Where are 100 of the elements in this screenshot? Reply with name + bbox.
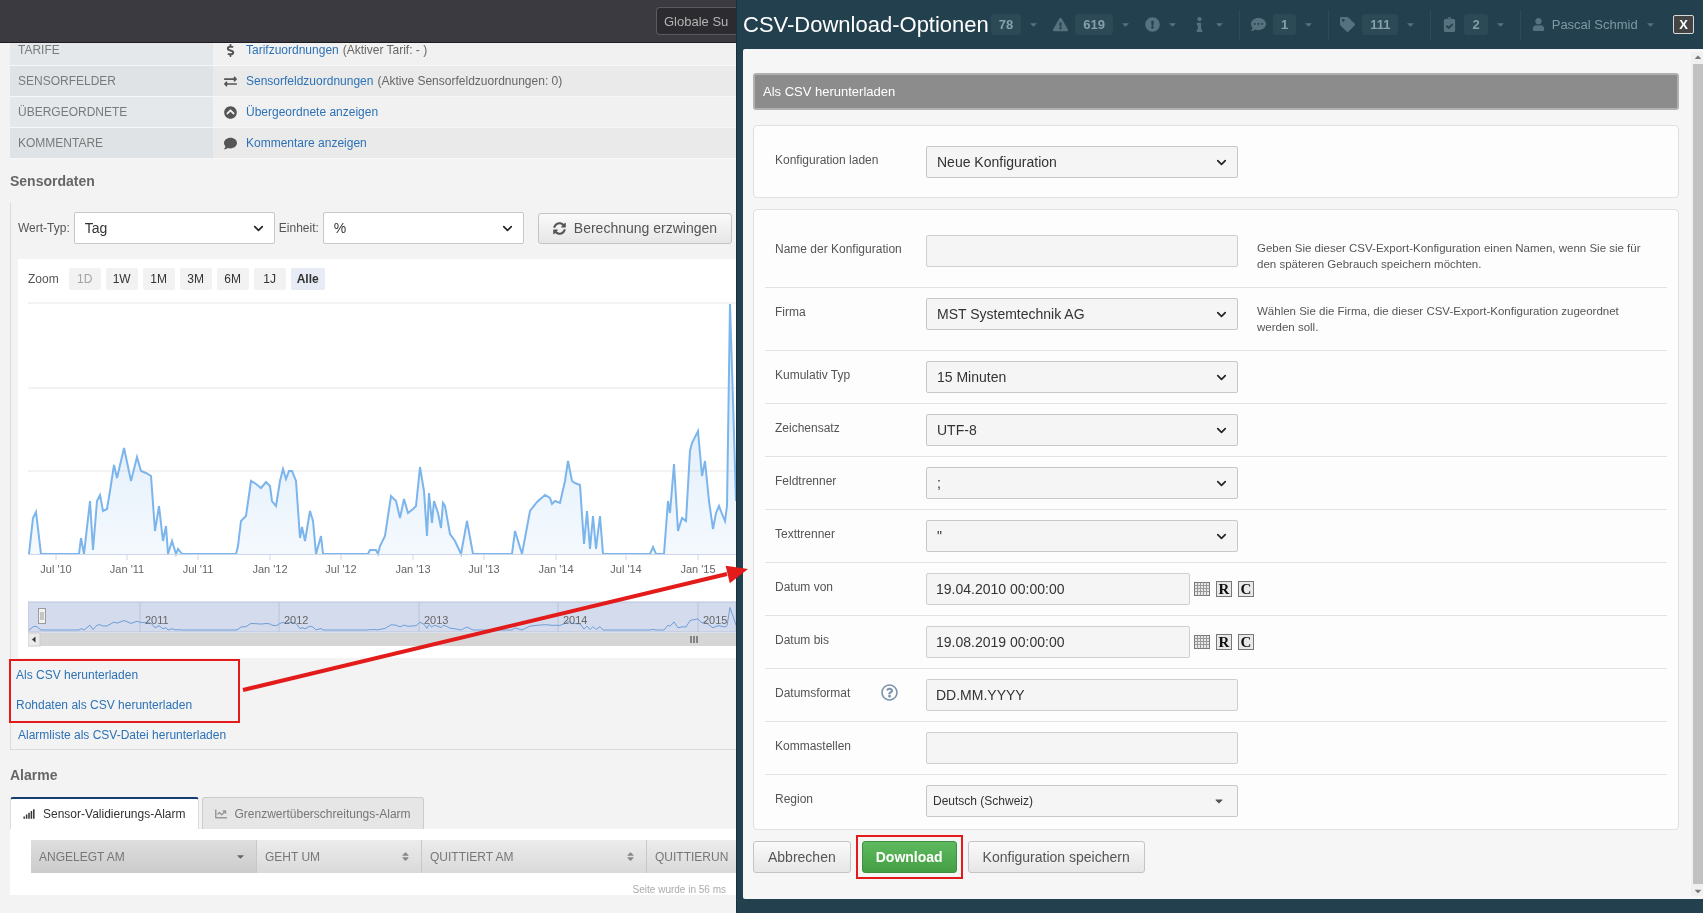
field-label: Name der Konfiguration bbox=[775, 242, 902, 256]
text-input[interactable] bbox=[926, 732, 1238, 764]
field-label: Datumsformat bbox=[775, 686, 851, 700]
info-link[interactable]: Kommentare anzeigen bbox=[246, 136, 367, 150]
navigator-year-label: 2014 bbox=[563, 614, 588, 626]
axis-label: Jan '14 bbox=[538, 563, 574, 575]
user-name[interactable]: Pascal Schmid bbox=[1551, 17, 1638, 32]
field-label: Datum bis bbox=[775, 633, 830, 647]
navigator-year-label: 2011 bbox=[145, 614, 169, 626]
line-chart-icon bbox=[214, 807, 227, 820]
field-label: Region bbox=[775, 792, 814, 806]
dialog-title: CSV-Download-Optionen bbox=[743, 11, 989, 38]
zoom-label: Zoom bbox=[28, 272, 59, 286]
info-note: (Aktiver Tarif: - ) bbox=[342, 43, 428, 57]
axis-label: Jul '13 bbox=[468, 563, 500, 575]
zoom-button[interactable]: 1M bbox=[142, 268, 175, 290]
save-button[interactable]: Konfiguration speichern bbox=[967, 841, 1145, 873]
select-field[interactable]: % bbox=[322, 212, 524, 244]
footer-note: Seite wurde in 56 ms bbox=[632, 884, 726, 895]
grip-icon bbox=[690, 635, 698, 644]
zoom-button[interactable]: 1W bbox=[105, 268, 138, 290]
tab[interactable]: Grenzwertüberschreitungs-Alarm bbox=[201, 797, 424, 829]
column-header[interactable]: GEHT UM bbox=[257, 840, 422, 873]
download-link[interactable]: Als CSV herunterladen bbox=[16, 667, 139, 683]
section-header: Als CSV herunterladen bbox=[753, 73, 1679, 110]
count-badge[interactable]: 1 bbox=[1273, 14, 1297, 35]
axis-label: Jan '11 bbox=[109, 563, 145, 575]
select-field[interactable]: 15 Minuten bbox=[926, 361, 1238, 393]
row-label: ÜBERGEORDNETE bbox=[10, 97, 213, 127]
close-button[interactable]: X bbox=[1673, 15, 1694, 34]
tab[interactable]: Sensor-Validierungs-Alarm bbox=[10, 797, 199, 829]
filter-label: Einheit: bbox=[278, 221, 319, 235]
navigator-year-label: 2013 bbox=[424, 614, 449, 626]
select-field[interactable]: " bbox=[926, 520, 1238, 552]
column-header[interactable]: QUITTIERT AM bbox=[422, 840, 647, 873]
info-note: (Aktive Sensorfeldzuordnungen: 0) bbox=[377, 74, 563, 88]
search-field[interactable]: Globale Su bbox=[656, 7, 736, 35]
calendar-icon[interactable] bbox=[1194, 635, 1210, 649]
download-link[interactable]: Rohdaten als CSV herunterladen bbox=[16, 697, 193, 713]
warning-icon[interactable] bbox=[1053, 17, 1069, 32]
scrollbar-thumb[interactable] bbox=[1693, 64, 1703, 884]
sort-icon bbox=[400, 851, 411, 862]
date-input[interactable]: 19.04.2010 00:00:00 bbox=[926, 573, 1190, 605]
date-action-button[interactable]: C bbox=[1238, 634, 1254, 650]
text-input[interactable] bbox=[926, 235, 1238, 267]
select-field[interactable]: Neue Konfiguration bbox=[926, 146, 1238, 178]
zoom-button[interactable]: 6M bbox=[216, 268, 249, 290]
text-input[interactable]: DD.MM.YYYY bbox=[926, 679, 1238, 711]
info-link[interactable]: Übergeordnete anzeigen bbox=[246, 105, 379, 119]
date-action-button[interactable]: R bbox=[1216, 634, 1232, 650]
axis-label: Jan '12 bbox=[252, 563, 288, 575]
select-field[interactable]: Deutsch (Schweiz) bbox=[926, 785, 1238, 817]
zoom-button[interactable]: 1J bbox=[253, 268, 286, 290]
row-label: SENSORFELDER bbox=[10, 66, 213, 96]
navigator-year-label: 2012 bbox=[284, 614, 309, 626]
sort-icon bbox=[625, 851, 636, 862]
select-field[interactable]: MST Systemtechnik AG bbox=[926, 298, 1238, 330]
scroll-left-button[interactable] bbox=[28, 632, 41, 647]
user-icon bbox=[1531, 18, 1545, 31]
date-action-button[interactable]: R bbox=[1216, 581, 1232, 597]
axis-label: Jan '13 bbox=[395, 563, 431, 575]
filter-label: Wert-Typ: bbox=[18, 221, 70, 235]
select-field[interactable]: ; bbox=[926, 467, 1238, 499]
cancel-button[interactable]: Abbrechen bbox=[753, 841, 851, 873]
field-label: Kommastellen bbox=[775, 739, 852, 753]
swap-arrows-icon bbox=[224, 74, 237, 88]
row-label: KOMMENTARE bbox=[10, 128, 213, 158]
zoom-button[interactable]: 3M bbox=[179, 268, 212, 290]
signal-bars-icon bbox=[23, 808, 35, 820]
help-icon[interactable] bbox=[881, 684, 898, 701]
zoom-button[interactable]: Alle bbox=[290, 268, 325, 290]
date-action-button[interactable]: C bbox=[1238, 581, 1254, 597]
axis-label: Jul '14 bbox=[610, 563, 642, 575]
field-label: Datum von bbox=[775, 580, 834, 594]
section-heading: Alarme bbox=[10, 767, 59, 783]
range-handle[interactable] bbox=[38, 608, 46, 624]
download-link[interactable]: Alarmliste als CSV-Datei herunterladen bbox=[18, 727, 227, 743]
axis-label: Jan '15 bbox=[680, 563, 716, 575]
recalculate-button[interactable]: Berechnung erzwingen bbox=[537, 212, 733, 244]
section-heading: Sensordaten bbox=[10, 173, 96, 189]
field-label: Kumulativ Typ bbox=[775, 368, 851, 382]
speech-bubble-icon[interactable] bbox=[1251, 17, 1266, 32]
clipboard-icon[interactable] bbox=[1442, 17, 1458, 32]
field-label: Konfiguration laden bbox=[775, 153, 879, 167]
tag-icon[interactable] bbox=[1340, 17, 1356, 32]
dollar-icon bbox=[224, 43, 237, 57]
field-label: Feldtrenner bbox=[775, 474, 837, 488]
refresh-icon bbox=[552, 221, 566, 235]
axis-label: Jul '10 bbox=[40, 563, 72, 575]
select-field[interactable]: Tag bbox=[73, 212, 275, 244]
calendar-icon[interactable] bbox=[1194, 582, 1210, 596]
speech-bubble-icon bbox=[224, 136, 237, 150]
date-input[interactable]: 19.08.2019 00:00:00 bbox=[926, 626, 1190, 658]
axis-label: Jul '12 bbox=[325, 563, 357, 575]
select-field[interactable]: UTF-8 bbox=[926, 414, 1238, 446]
info-link[interactable]: Tarifzuordnungen bbox=[246, 43, 339, 57]
column-header[interactable]: QUITTIERUN bbox=[647, 840, 736, 873]
navigator-range[interactable] bbox=[28, 601, 736, 633]
info-link[interactable]: Sensorfeldzuordnungen bbox=[246, 74, 374, 88]
field-label: Firma bbox=[775, 305, 806, 319]
